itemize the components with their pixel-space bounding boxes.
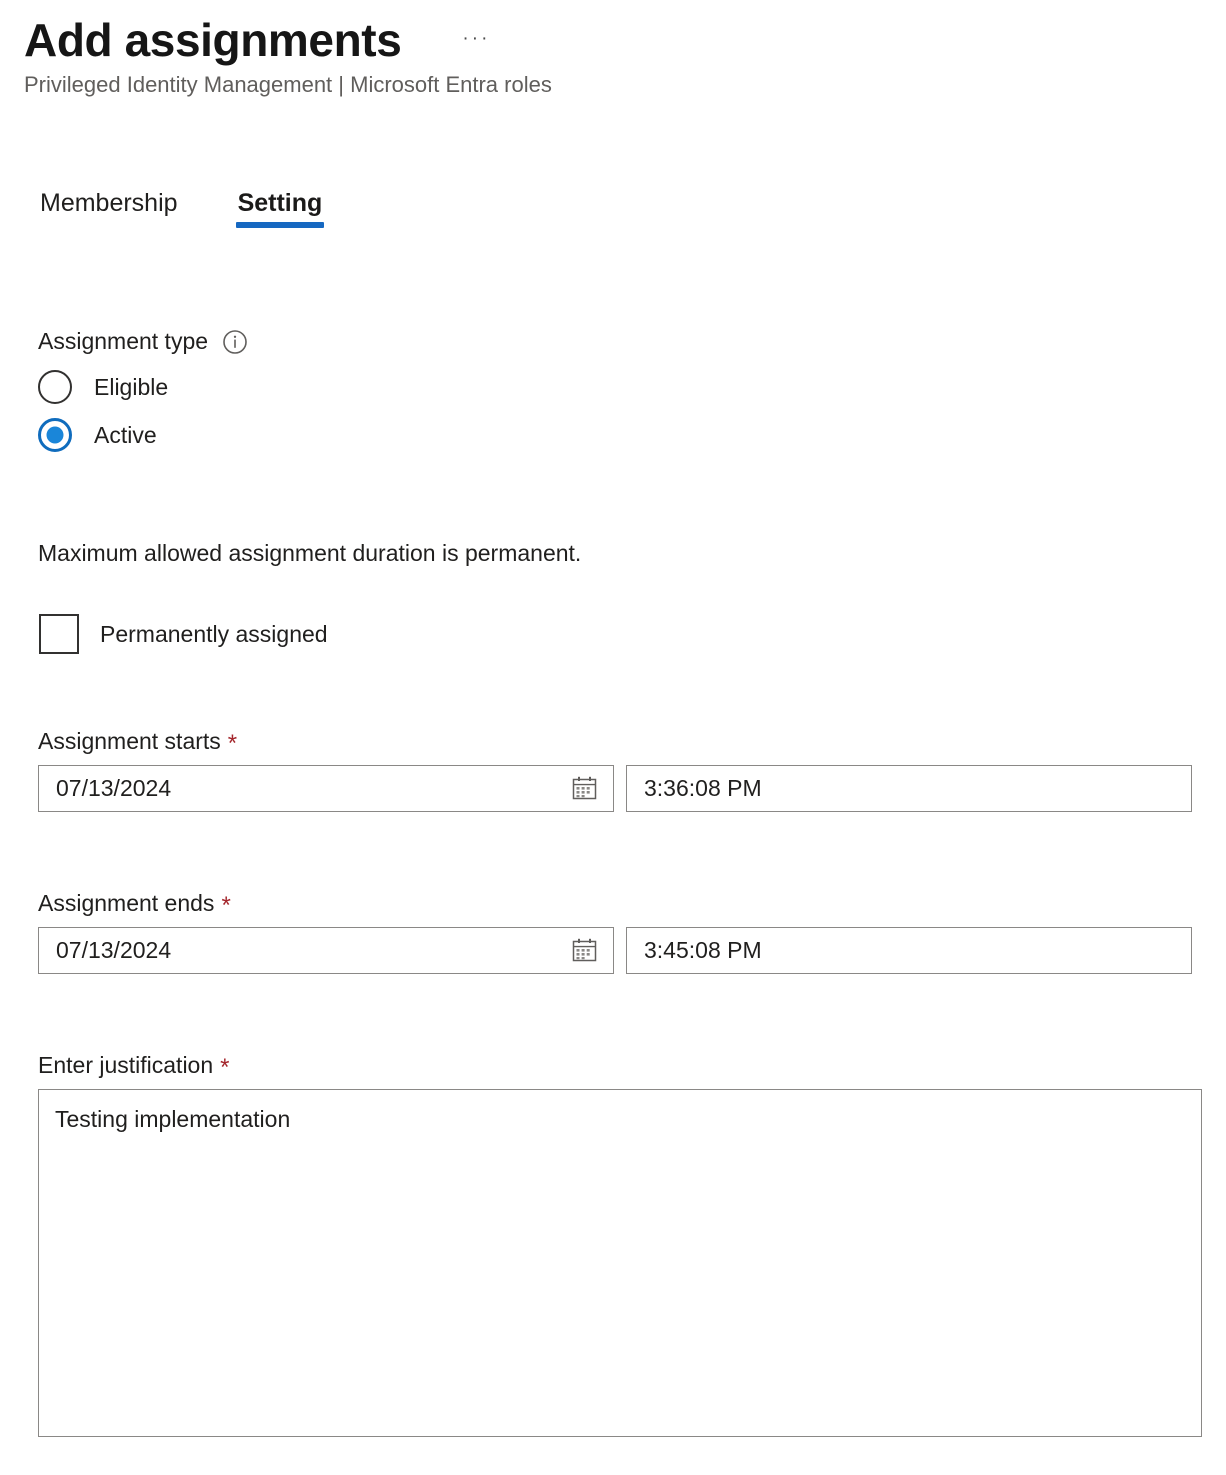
tab-list: Membership Setting bbox=[38, 186, 324, 234]
radio-option-eligible[interactable]: Eligible bbox=[38, 370, 248, 404]
blade-header: Add assignments ··· Privileged Identity … bbox=[24, 12, 1204, 99]
assignment-ends-inputs: 07/13/2024 bbox=[38, 927, 1192, 974]
assignment-starts-inputs: 07/13/2024 bbox=[38, 765, 1192, 812]
tab-membership[interactable]: Membership bbox=[38, 186, 180, 234]
assignment-ends-time-value: 3:45:08 PM bbox=[644, 937, 762, 964]
radio-eligible-label: Eligible bbox=[94, 372, 168, 402]
assignment-type-label-row: Assignment type bbox=[38, 326, 248, 356]
assignment-starts-label-row: Assignment starts * bbox=[38, 726, 237, 756]
justification-textarea[interactable]: Testing implementation bbox=[38, 1089, 1202, 1437]
duration-note: Maximum allowed assignment duration is p… bbox=[38, 538, 581, 568]
permanently-assigned-label: Permanently assigned bbox=[100, 619, 328, 649]
blade-subtitle: Privileged Identity Management | Microso… bbox=[24, 71, 1204, 99]
assignment-ends-time-input[interactable]: 3:45:08 PM bbox=[626, 927, 1192, 974]
permanently-assigned-checkbox[interactable] bbox=[39, 614, 79, 654]
permanently-assigned-checkbox-row[interactable]: Permanently assigned bbox=[39, 614, 328, 654]
required-asterisk: * bbox=[220, 1056, 229, 1080]
assignment-ends-date-input[interactable]: 07/13/2024 bbox=[38, 927, 614, 974]
assignment-starts-time-value: 3:36:08 PM bbox=[644, 775, 762, 802]
radio-option-active[interactable]: Active bbox=[38, 418, 248, 452]
assignment-ends-label: Assignment ends bbox=[38, 888, 214, 918]
required-asterisk: * bbox=[228, 732, 237, 756]
assignment-ends-label-row: Assignment ends * bbox=[38, 888, 231, 918]
calendar-icon[interactable] bbox=[571, 775, 598, 802]
radio-active-label: Active bbox=[94, 420, 157, 450]
assignment-starts-time-input[interactable]: 3:36:08 PM bbox=[626, 765, 1192, 812]
ellipsis-icon[interactable]: ··· bbox=[459, 30, 493, 58]
radio-eligible-indicator[interactable] bbox=[38, 370, 72, 404]
assignment-type-section: Assignment type Eligible Active bbox=[38, 326, 248, 452]
justification-label: Enter justification bbox=[38, 1050, 213, 1080]
assignment-starts-date-input[interactable]: 07/13/2024 bbox=[38, 765, 614, 812]
assignment-ends-section: Assignment ends * 07/13/2024 bbox=[38, 888, 1192, 974]
justification-label-row: Enter justification * bbox=[38, 1050, 229, 1080]
assignment-ends-date-value: 07/13/2024 bbox=[56, 937, 171, 964]
assignment-starts-label: Assignment starts bbox=[38, 726, 221, 756]
title-row: Add assignments ··· bbox=[24, 12, 1204, 68]
assignment-type-label: Assignment type bbox=[38, 326, 208, 356]
required-asterisk: * bbox=[221, 894, 230, 918]
justification-section: Enter justification * Testing implementa… bbox=[38, 1050, 1202, 1437]
page-title: Add assignments bbox=[24, 12, 401, 68]
calendar-icon[interactable] bbox=[571, 937, 598, 964]
add-assignments-blade: Add assignments ··· Privileged Identity … bbox=[0, 0, 1226, 1475]
tab-setting[interactable]: Setting bbox=[236, 186, 325, 234]
radio-active-indicator[interactable] bbox=[38, 418, 72, 452]
assignment-starts-section: Assignment starts * 07/13/2024 bbox=[38, 726, 1192, 812]
assignment-starts-date-value: 07/13/2024 bbox=[56, 775, 171, 802]
info-icon[interactable] bbox=[222, 329, 248, 355]
